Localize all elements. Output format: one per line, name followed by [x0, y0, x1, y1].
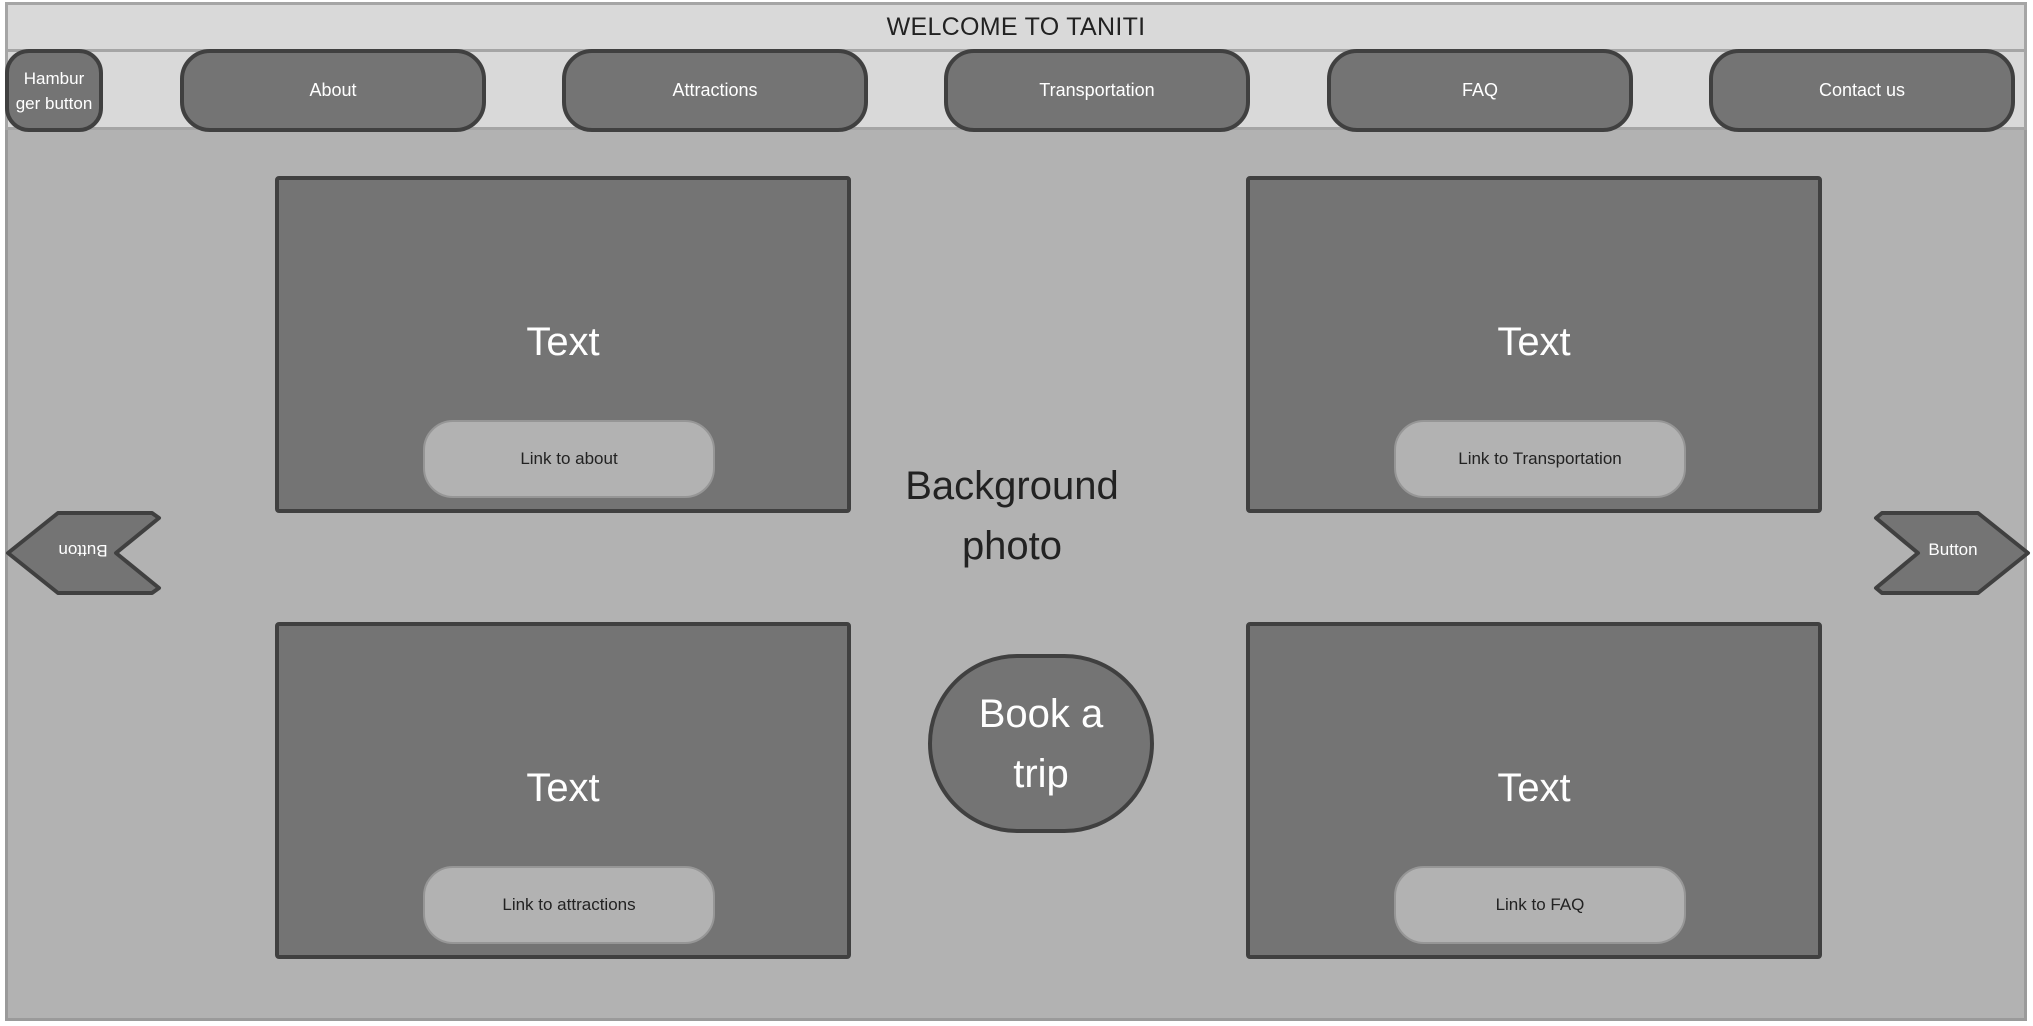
hamburger-button[interactable]: Hambur ger button [5, 49, 103, 132]
card-text: Text [1497, 320, 1571, 364]
card-text: Text [526, 320, 600, 364]
nav-transportation-button[interactable]: Transportation [944, 49, 1250, 132]
card-text: Text [1497, 766, 1571, 810]
link-to-faq-button[interactable]: Link to FAQ [1394, 866, 1686, 944]
nav-faq-button[interactable]: FAQ [1327, 49, 1633, 132]
attractions-card: Text Link to attractions [275, 622, 851, 959]
about-card: Text Link to about [275, 176, 851, 513]
page-title: WELCOME TO TANITI [5, 2, 2027, 52]
link-to-attractions-button[interactable]: Link to attractions [423, 866, 715, 944]
book-trip-button[interactable]: Book a trip [928, 654, 1154, 833]
link-to-about-button[interactable]: Link to about [423, 420, 715, 498]
background-photo-label: Background photo [905, 464, 1119, 568]
nav-contact-button[interactable]: Contact us [1709, 49, 2015, 132]
transportation-card: Text Link to Transportation [1246, 176, 1822, 513]
faq-card: Text Link to FAQ [1246, 622, 1822, 959]
page-title-text: WELCOME TO TANITI [886, 12, 1146, 41]
nav-attractions-button[interactable]: Attractions [562, 49, 868, 132]
card-text: Text [526, 766, 600, 810]
link-to-transportation-button[interactable]: Link to Transportation [1394, 420, 1686, 498]
nav-about-button[interactable]: About [180, 49, 486, 132]
